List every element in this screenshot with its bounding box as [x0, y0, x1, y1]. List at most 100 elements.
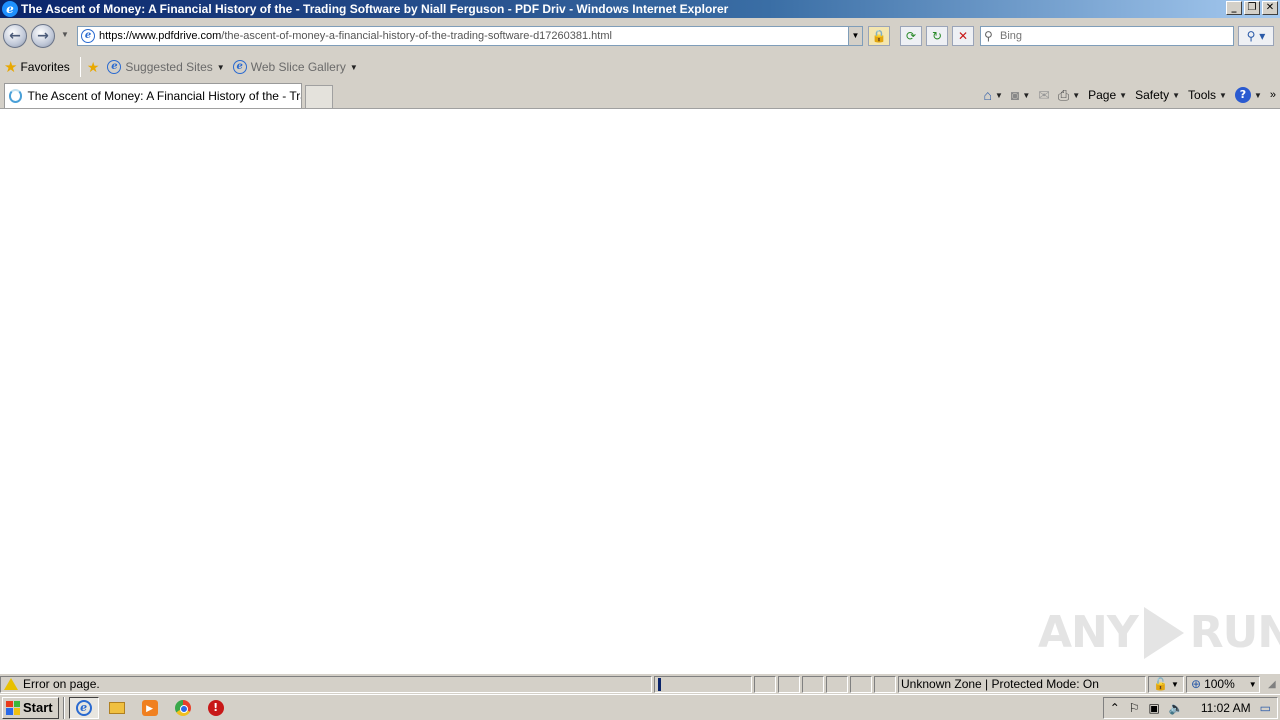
favorites-item-label: Web Slice Gallery: [250, 60, 346, 74]
status-cell-empty: [754, 675, 776, 693]
windows-taskbar: Start e ▶ ! ⌃ ⚐ ▣ 🔈 11:02 AM ▭: [0, 694, 1280, 720]
security-lock-icon[interactable]: 🔒: [868, 26, 890, 46]
refresh-icon[interactable]: ↻: [926, 26, 948, 46]
media-player-icon: ▶: [141, 699, 158, 716]
safety-menu[interactable]: Safety ▼: [1135, 88, 1180, 102]
help-button[interactable]: ? ▼: [1234, 87, 1262, 103]
start-button[interactable]: Start: [2, 696, 59, 719]
search-input[interactable]: [1000, 30, 1220, 42]
favorites-button[interactable]: ★ Favorites: [0, 56, 74, 78]
add-to-favorites-bar-icon[interactable]: ★: [87, 59, 100, 76]
chevron-down-icon: ▼: [994, 90, 1003, 100]
show-desktop-icon[interactable]: ▭: [1260, 701, 1271, 715]
security-zone-cell[interactable]: Unknown Zone | Protected Mode: On: [898, 675, 1146, 693]
print-button[interactable]: ⎙ ▼: [1058, 87, 1080, 104]
printer-icon: ⎙: [1057, 86, 1070, 103]
search-button[interactable]: ⚲ ▾: [1238, 26, 1274, 46]
url-path: /the-ascent-of-money-a-financial-history…: [221, 30, 612, 42]
chevron-down-icon: ▼: [1022, 90, 1031, 100]
favorites-item-label: Suggested Sites: [125, 60, 213, 74]
taskbar-media-player[interactable]: ▶: [135, 697, 165, 719]
address-dropdown-button[interactable]: ▼: [848, 27, 862, 45]
back-button[interactable]: ←: [3, 24, 27, 48]
taskbar-internet-explorer[interactable]: e: [68, 696, 99, 719]
favorites-bar: ★ Favorites ★ e Suggested Sites ▼ e Web …: [0, 54, 1280, 80]
chevron-down-icon: ▼: [1219, 90, 1227, 100]
chevron-down-icon: ▼: [216, 62, 225, 72]
recent-pages-dropdown[interactable]: ▼: [61, 30, 69, 39]
status-message: Error on page.: [23, 677, 100, 691]
page-content[interactable]: [0, 108, 1280, 673]
show-hidden-icons-button[interactable]: ⌃: [1110, 701, 1120, 715]
close-button[interactable]: ✕: [1262, 1, 1278, 15]
loading-spinner-icon: [9, 89, 23, 103]
watermark-text-right: RUN: [1189, 607, 1280, 658]
internet-explorer-icon: e: [75, 699, 92, 716]
chevron-down-icon: ▼: [1072, 90, 1081, 100]
zoom-icon: ⊕: [1191, 677, 1202, 691]
chevron-down-icon: ▼: [1172, 90, 1181, 100]
search-icon: ⚲: [984, 29, 993, 43]
ie-app-icon: e: [2, 1, 18, 17]
command-bar: ⌂ ▼ ◙ ▼ ✉ ⎙ ▼ Page ▼ Safety ▼ Tools ▼ ? ▼ »: [975, 85, 1276, 105]
security-zone: Unknown Zone | Protected Mode: On: [901, 677, 1099, 691]
tab-active[interactable]: The Ascent of Money: A Financial History…: [4, 83, 302, 108]
stop-sign-icon: !: [207, 699, 224, 716]
anyrun-watermark: ANY RUN: [1038, 607, 1280, 659]
volume-icon[interactable]: 🔈: [1169, 701, 1184, 715]
page-favicon-icon: e: [81, 29, 95, 43]
feeds-button[interactable]: ◙ ▼: [1011, 87, 1030, 103]
warning-icon: [4, 678, 18, 690]
url-host: pdfdrive.com: [158, 30, 222, 42]
resize-grip-icon[interactable]: ◢: [1268, 679, 1276, 690]
address-bar[interactable]: e https://www.pdfdrive.com/the-ascent-of…: [77, 26, 863, 46]
minimize-button[interactable]: _: [1226, 1, 1242, 15]
help-icon: ?: [1234, 87, 1251, 103]
taskbar-windows-explorer[interactable]: [102, 697, 132, 719]
stop-icon[interactable]: ✕: [952, 26, 974, 46]
favorites-label: Favorites: [20, 60, 70, 74]
window-titlebar[interactable]: e The Ascent of Money: A Financial Histo…: [0, 0, 1280, 18]
status-bar: Error on page. Unknown Zone | Protected …: [0, 673, 1280, 694]
favorites-item-suggested-sites[interactable]: e Suggested Sites ▼: [103, 56, 228, 78]
rss-feed-icon: ◙: [1010, 87, 1020, 103]
address-url[interactable]: https://www.pdfdrive.com/the-ascent-of-m…: [99, 30, 612, 42]
chevron-down-icon: ▼: [1119, 90, 1128, 100]
popup-blocker-cell[interactable]: 🔓 ▼: [1148, 675, 1184, 693]
zoom-control[interactable]: ⊕ 100% ▼: [1186, 675, 1260, 693]
tools-menu[interactable]: Tools ▼: [1188, 88, 1227, 102]
new-tab-button[interactable]: [305, 85, 333, 108]
tools-menu-label: Tools: [1188, 88, 1217, 102]
forward-button[interactable]: →: [31, 24, 55, 48]
watermark-text-left: ANY: [1038, 607, 1139, 658]
read-mail-button[interactable]: ✉: [1038, 87, 1050, 104]
chevron-down-icon: ▼: [1248, 679, 1257, 689]
page-menu[interactable]: Page ▼: [1088, 88, 1127, 102]
safety-menu-label: Safety: [1135, 88, 1170, 102]
taskbar-chrome[interactable]: [168, 697, 198, 719]
chevron-down-icon: ▼: [349, 62, 358, 72]
status-cell-empty: [874, 675, 896, 693]
network-icon[interactable]: ▣: [1149, 701, 1160, 715]
toolbar-overflow-button[interactable]: »: [1270, 89, 1276, 101]
star-icon: ★: [4, 59, 18, 76]
status-cell-empty: [802, 675, 824, 693]
system-tray: ⌃ ⚐ ▣ 🔈 11:02 AM ▭: [1102, 697, 1278, 719]
taskbar-opera[interactable]: !: [201, 697, 231, 719]
navigation-bar: ← → ▼ e https://www.pdfdrive.com/the-asc…: [0, 18, 1280, 54]
status-cell-empty: [826, 675, 848, 693]
compatibility-view-icon[interactable]: ⟳: [900, 26, 922, 46]
chrome-icon: [174, 699, 191, 716]
favorites-item-web-slice-gallery[interactable]: e Web Slice Gallery ▼: [229, 56, 362, 78]
status-message-cell[interactable]: Error on page.: [0, 675, 652, 693]
status-cell-empty: [850, 675, 872, 693]
mail-icon: ✉: [1038, 86, 1050, 103]
home-button[interactable]: ⌂ ▼: [983, 87, 1002, 103]
clock[interactable]: 11:02 AM: [1201, 701, 1251, 715]
search-box[interactable]: ⚲: [980, 26, 1234, 46]
tab-title: The Ascent of Money: A Financial History…: [27, 89, 301, 103]
restore-button[interactable]: ❐: [1244, 1, 1260, 15]
zoom-level: 100%: [1204, 677, 1235, 691]
action-center-flag-icon[interactable]: ⚐: [1129, 701, 1140, 715]
page-menu-label: Page: [1088, 88, 1117, 102]
